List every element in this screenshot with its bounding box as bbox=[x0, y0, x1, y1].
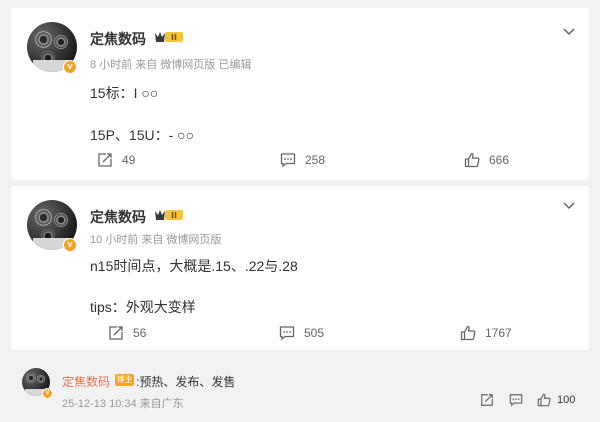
chevron-down-icon[interactable] bbox=[563, 202, 575, 210]
post-card: v 定焦数码 II 10 小时前 来自 微博网页版 n15时间点，大概是.15、… bbox=[11, 186, 589, 350]
crown-badge-icon: II bbox=[155, 32, 183, 42]
post-text-line: 15P、15U：- ○○ bbox=[90, 127, 195, 143]
like-icon bbox=[460, 325, 476, 341]
like-count: 666 bbox=[489, 153, 510, 167]
post-text-line: tips：外观大变样 bbox=[90, 299, 196, 315]
comment-body: 预热、发布、发售 bbox=[139, 375, 236, 389]
comment-like-count: 100 bbox=[557, 394, 576, 406]
post-card: v 定焦数码 II 8 小时前 来自 微博网页版 已编辑 15标：I ○○ 15… bbox=[11, 8, 589, 180]
comment-count: 505 bbox=[304, 326, 325, 340]
comment-icon[interactable] bbox=[509, 393, 523, 407]
like-icon bbox=[464, 152, 480, 168]
like-button[interactable]: 666 bbox=[464, 152, 509, 168]
comment-button[interactable]: 258 bbox=[280, 152, 325, 168]
repost-icon bbox=[109, 326, 123, 340]
comment-author[interactable]: 定焦数码 bbox=[62, 373, 110, 390]
post-meta: 8 小时前 来自 微博网页版 已编辑 bbox=[90, 59, 252, 71]
svg-text:II: II bbox=[171, 211, 177, 220]
repost-button[interactable]: 56 bbox=[108, 325, 146, 341]
comment-text: :预热、发布、发售 bbox=[136, 373, 235, 390]
author-name[interactable]: 定焦数码 bbox=[90, 29, 146, 49]
crown-badge-icon: II bbox=[155, 210, 183, 220]
repost-count: 56 bbox=[133, 326, 147, 340]
comment-like-button[interactable]: 100 bbox=[537, 393, 575, 407]
comment-meta: 25-12-13 10:34 来自广东 bbox=[62, 398, 184, 410]
like-icon bbox=[537, 393, 551, 407]
comment-count: 258 bbox=[305, 153, 326, 167]
like-button[interactable]: 1767 bbox=[460, 325, 512, 341]
verified-badge-icon: v bbox=[63, 60, 77, 74]
like-count: 1767 bbox=[485, 326, 512, 340]
repost-count: 49 bbox=[122, 153, 136, 167]
blogger-badge: 博主 bbox=[115, 374, 134, 386]
verified-badge-icon: v bbox=[42, 388, 53, 399]
repost-button[interactable]: 49 bbox=[97, 152, 135, 168]
repost-icon bbox=[98, 153, 112, 167]
comment-button[interactable]: 505 bbox=[279, 325, 324, 341]
verified-badge-icon: v bbox=[63, 238, 77, 252]
chevron-down-icon[interactable] bbox=[563, 28, 575, 36]
post-text-line: n15时间点，大概是.15、.22与.28 bbox=[90, 258, 298, 274]
author-name[interactable]: 定焦数码 bbox=[90, 207, 146, 227]
comment-icon bbox=[280, 153, 296, 168]
comment-icon bbox=[279, 326, 295, 341]
post-meta: 10 小时前 来自 微博网页版 bbox=[90, 234, 222, 246]
post-text-line: 15标：I ○○ bbox=[90, 85, 159, 101]
repost-icon[interactable] bbox=[480, 393, 494, 407]
svg-text:II: II bbox=[171, 33, 177, 42]
